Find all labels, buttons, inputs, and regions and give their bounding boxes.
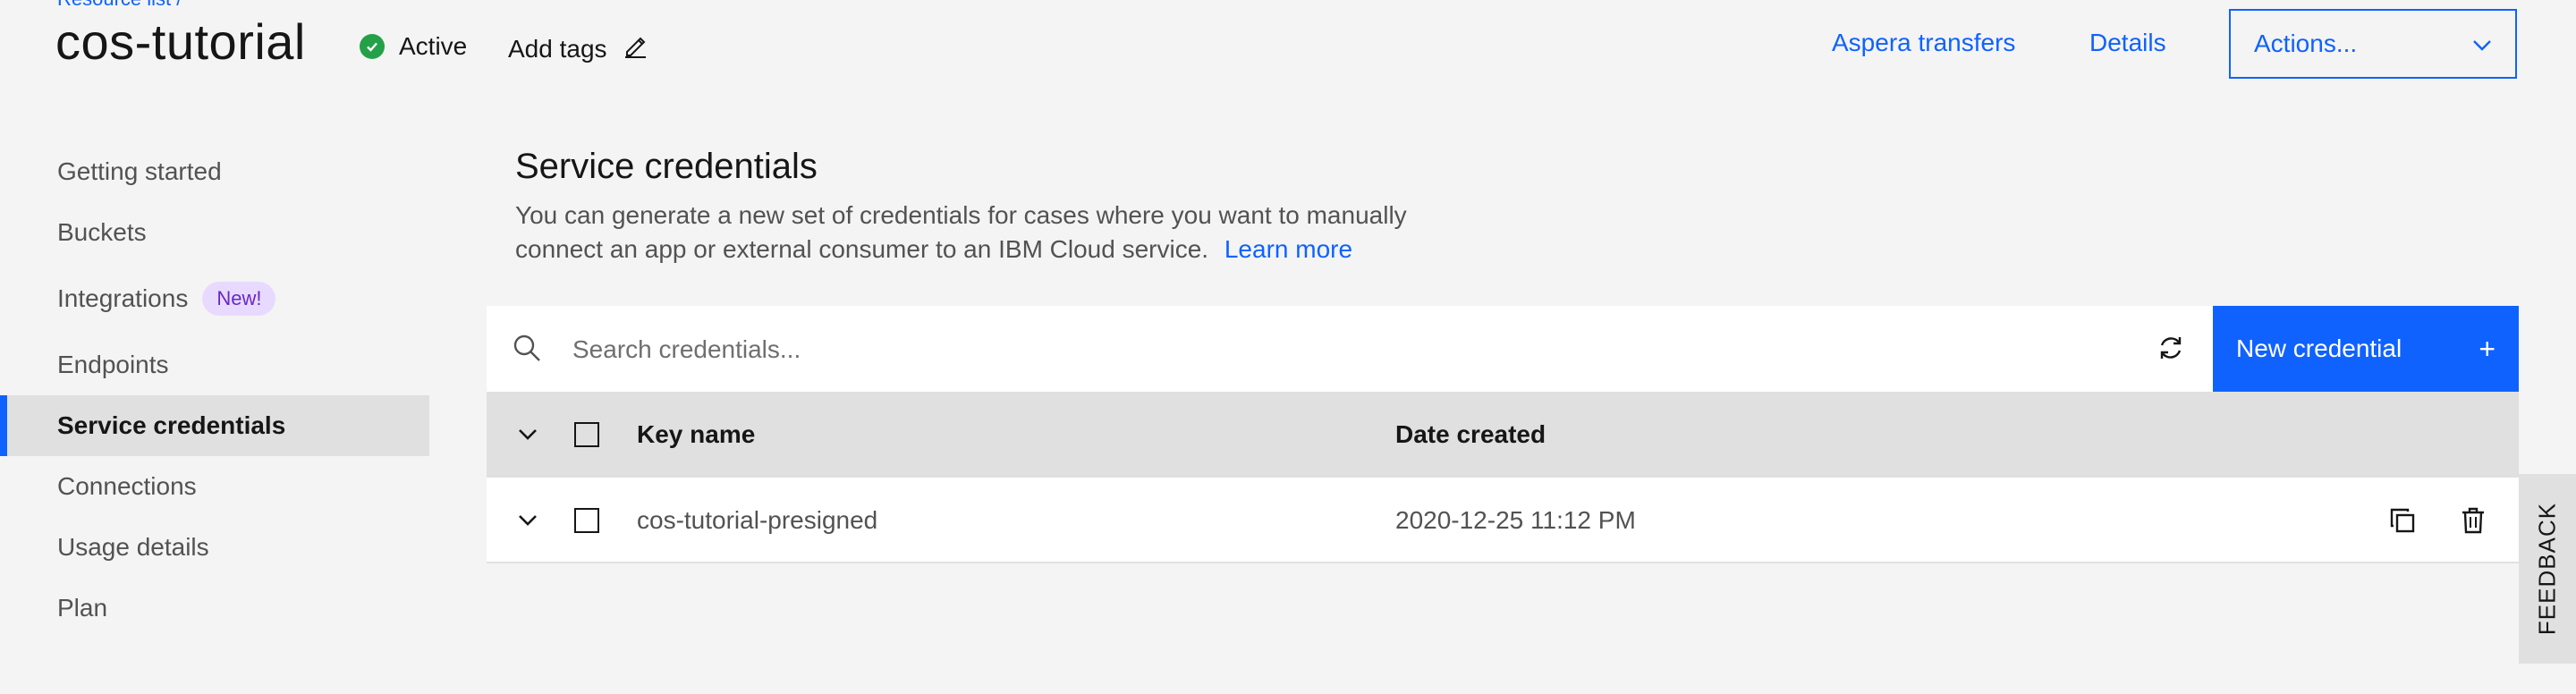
cell-date-created: 2020-12-25 11:12 PM — [1395, 506, 1636, 534]
learn-more-link[interactable]: Learn more — [1224, 235, 1352, 263]
status-indicator: Active — [360, 32, 467, 61]
plus-icon: + — [2479, 332, 2496, 365]
add-tags-label: Add tags — [508, 34, 607, 63]
sidebar-item-label: Plan — [57, 594, 108, 622]
page-title: cos-tutorial — [55, 13, 306, 70]
check-circle-icon — [360, 34, 385, 59]
section-description: You can generate a new set of credential… — [515, 199, 1499, 267]
row-checkbox[interactable] — [574, 478, 599, 563]
sidebar-item-label: Endpoints — [57, 351, 169, 378]
expand-row-chevron-icon[interactable] — [517, 478, 538, 563]
add-tags-button[interactable]: Add tags — [508, 32, 648, 65]
feedback-label: FEEDBACK — [2533, 502, 2561, 636]
actions-dropdown[interactable]: Actions... — [2229, 9, 2517, 79]
sidebar-item-plan[interactable]: Plan — [0, 578, 429, 639]
status-label: Active — [399, 32, 468, 60]
sidebar-item-endpoints[interactable]: Endpoints — [0, 334, 429, 395]
table-toolbar: New credential + — [487, 306, 2519, 394]
sidebar-item-service-credentials[interactable]: Service credentials — [0, 395, 429, 456]
table-row: cos-tutorial-presigned 2020-12-25 11:12 … — [487, 478, 2519, 563]
column-header-date-created[interactable]: Date created — [1395, 392, 1546, 478]
cell-key-name: cos-tutorial-presigned — [637, 506, 878, 534]
actions-label: Actions... — [2254, 30, 2358, 57]
sidebar-item-label: Integrations — [57, 284, 189, 312]
breadcrumb[interactable]: Resource list / — [57, 0, 182, 11]
search-icon — [512, 333, 542, 368]
expand-all-chevron-icon[interactable] — [517, 392, 538, 478]
sidebar-item-buckets[interactable]: Buckets — [0, 202, 429, 263]
sidebar-item-label: Getting started — [57, 157, 222, 185]
section-title: Service credentials — [515, 147, 818, 186]
new-badge: New! — [202, 282, 276, 316]
sidebar-item-label: Connections — [57, 472, 197, 500]
sidebar-item-label: Service credentials — [57, 411, 286, 439]
table-header: Key name Date created — [487, 392, 2519, 478]
column-header-key-name[interactable]: Key name — [637, 392, 755, 478]
sidebar-nav: Getting started Buckets Integrations New… — [0, 141, 429, 639]
copy-icon[interactable] — [2388, 478, 2417, 563]
sidebar-item-integrations[interactable]: Integrations New! — [0, 263, 429, 334]
feedback-tab[interactable]: FEEDBACK — [2519, 474, 2576, 664]
sidebar-item-connections[interactable]: Connections — [0, 456, 429, 517]
search-input[interactable] — [571, 306, 2095, 394]
select-all-checkbox[interactable] — [574, 392, 599, 478]
sidebar-item-usage-details[interactable]: Usage details — [0, 517, 429, 578]
sidebar-item-label: Usage details — [57, 533, 209, 561]
details-link[interactable]: Details — [2089, 29, 2166, 57]
edit-pencil-icon — [607, 32, 648, 65]
sidebar-item-label: Buckets — [57, 218, 147, 246]
delete-trash-icon[interactable] — [2460, 478, 2487, 563]
chevron-down-icon — [2472, 30, 2492, 58]
sidebar-item-getting-started[interactable]: Getting started — [0, 141, 429, 202]
aspera-transfers-link[interactable]: Aspera transfers — [1832, 29, 2015, 57]
refresh-icon[interactable] — [2156, 333, 2186, 368]
new-credential-button[interactable]: New credential + — [2213, 306, 2519, 392]
new-credential-label: New credential — [2236, 334, 2402, 362]
